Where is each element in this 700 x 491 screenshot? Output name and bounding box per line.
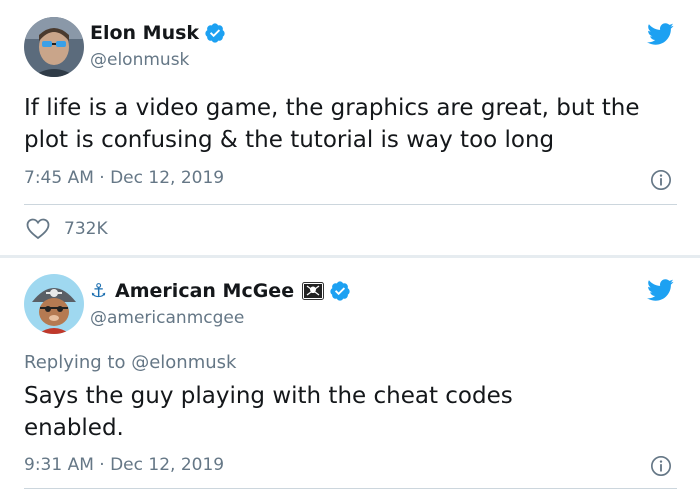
anchor-emoji: ⚓ — [90, 280, 108, 302]
author-name-row: ⚓ American McGee — [90, 280, 351, 302]
info-icon[interactable] — [650, 455, 672, 477]
tweet-divider — [24, 488, 677, 489]
author-name[interactable]: Elon Musk — [90, 22, 199, 44]
verified-badge-icon — [330, 281, 350, 301]
tweet-text: If life is a video game, the graphics ar… — [24, 95, 640, 153]
avatar-mcgee[interactable] — [24, 274, 84, 334]
tweet-timestamp[interactable]: 9:31 AM · Dec 12, 2019 — [24, 455, 224, 475]
tweet-card-mcgee: ⚓ American McGee @americanmcgee Replying… — [0, 258, 700, 491]
tweet-card-elon: Elon Musk @elonmusk If life is a video g… — [0, 0, 700, 256]
author-handle[interactable]: @americanmcgee — [90, 308, 244, 328]
author-name[interactable]: American McGee — [115, 280, 294, 302]
author-name-row: Elon Musk — [90, 22, 226, 44]
tweet-text: Says the guy playing with the cheat code… — [24, 383, 513, 441]
tweet-divider — [24, 204, 677, 205]
like-action[interactable]: 732K — [26, 218, 108, 240]
replying-to-label: Replying to — [24, 352, 126, 373]
pirate-flag-emoji — [302, 282, 325, 300]
verified-badge-icon — [205, 23, 225, 43]
avatar-elon[interactable] — [24, 17, 84, 77]
replying-to-handle[interactable]: @elonmusk — [131, 352, 236, 373]
twitter-bird-icon[interactable] — [644, 276, 676, 304]
twitter-bird-icon[interactable] — [644, 20, 676, 48]
info-icon[interactable] — [650, 169, 672, 191]
tweet-timestamp[interactable]: 7:45 AM · Dec 12, 2019 — [24, 168, 224, 188]
heart-icon[interactable] — [26, 218, 50, 240]
like-count: 732K — [64, 219, 108, 239]
replying-to-line: Replying to @elonmusk — [24, 352, 236, 373]
author-handle[interactable]: @elonmusk — [90, 50, 189, 70]
